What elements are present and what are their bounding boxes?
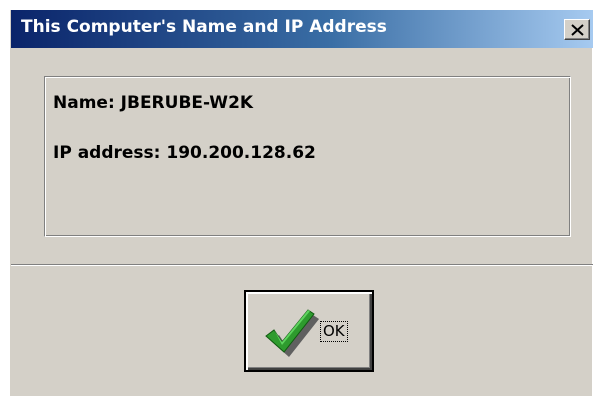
title-bar[interactable]: This Computer's Name and IP Address (11, 10, 593, 48)
info-panel: Name: JBERUBE-W2K IP address: 190.200.12… (44, 76, 571, 237)
ok-button[interactable]: OK (244, 290, 374, 372)
dialog-window: This Computer's Name and IP Address Name… (10, 10, 593, 396)
checkmark-icon (265, 309, 319, 357)
ip-address-text: IP address: 190.200.128.62 (53, 143, 316, 163)
separator (11, 264, 593, 266)
ok-label: OK (320, 321, 348, 342)
close-icon (571, 24, 584, 36)
computer-name-text: Name: JBERUBE-W2K (53, 93, 254, 113)
close-button[interactable] (564, 19, 590, 40)
window-title: This Computer's Name and IP Address (21, 17, 387, 37)
